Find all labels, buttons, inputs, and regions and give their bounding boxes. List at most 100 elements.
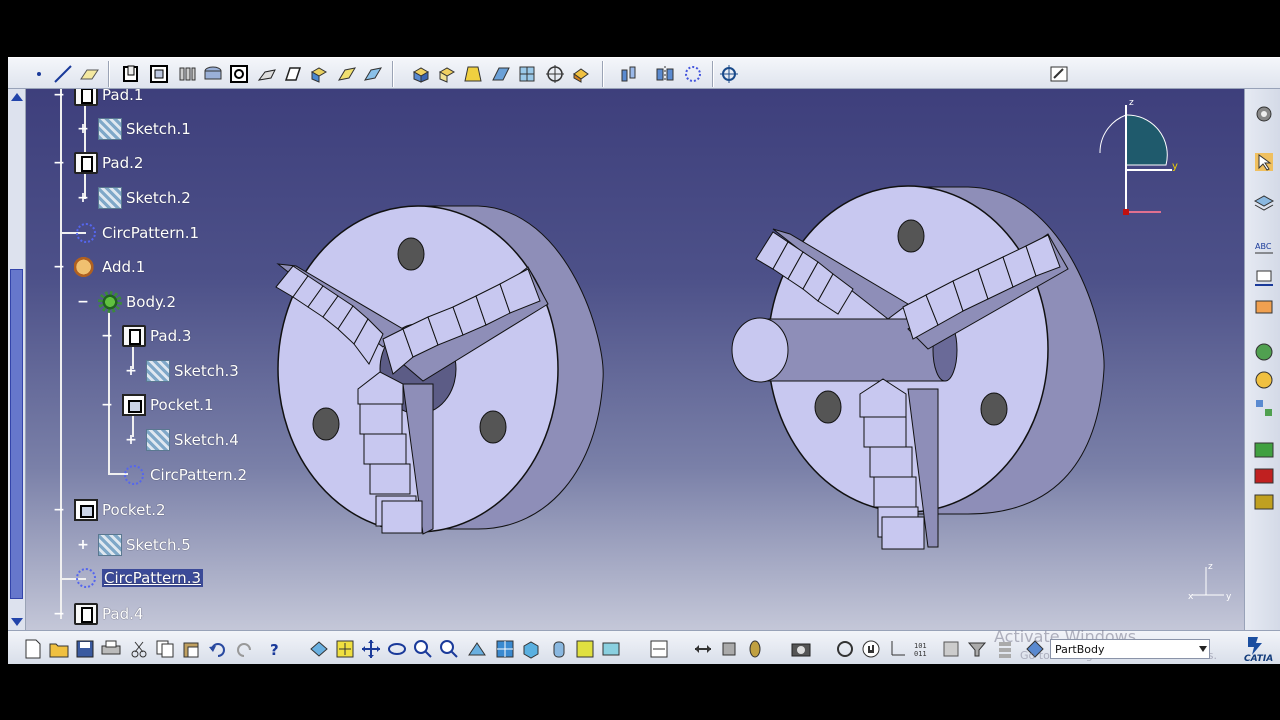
rule-icon[interactable] — [1253, 491, 1275, 513]
sketcher-icon[interactable] — [1048, 63, 1070, 85]
hand-icon[interactable] — [860, 638, 882, 660]
collapse-icon[interactable]: − — [52, 155, 66, 171]
tree-node-circpattern-2[interactable]: CircPattern.2 — [122, 463, 247, 487]
capture-icon[interactable] — [790, 638, 812, 660]
fly-mode-icon[interactable] — [308, 638, 330, 660]
multi-section-solid-icon[interactable] — [308, 63, 330, 85]
gear-icon[interactable] — [1253, 103, 1275, 125]
fillet-icon[interactable] — [362, 63, 384, 85]
tree-node-sketch-3[interactable]: + Sketch.3 — [124, 359, 239, 383]
tree-node-circpattern-3[interactable]: CircPattern.3 — [74, 566, 204, 590]
pocket-icon[interactable] — [148, 63, 170, 85]
tree-node-pad-3[interactable]: − Pad.3 — [100, 324, 191, 348]
apply-material-icon[interactable] — [1253, 341, 1275, 363]
annotation-icon[interactable]: ABC — [1253, 237, 1275, 259]
point-icon[interactable] — [28, 63, 50, 85]
fit-all-in-icon[interactable] — [334, 638, 356, 660]
tree-node-pad-1[interactable]: − Pad.1 — [52, 89, 143, 107]
mirror-icon[interactable] — [654, 63, 676, 85]
edge-fillet-icon[interactable] — [410, 63, 432, 85]
tree-node-sketch-1[interactable]: + Sketch.1 — [76, 117, 191, 141]
rotate-icon[interactable] — [386, 638, 408, 660]
removed-multi-section-icon[interactable] — [336, 63, 358, 85]
collapse-icon[interactable]: − — [52, 606, 66, 622]
rib-icon[interactable] — [256, 63, 278, 85]
tree-node-pocket-2[interactable]: − Pocket.2 — [52, 498, 166, 522]
expand-icon[interactable]: + — [124, 363, 138, 379]
chamfer-icon[interactable] — [436, 63, 458, 85]
plane-icon[interactable] — [78, 63, 100, 85]
tree-node-pad-4[interactable]: − Pad.4 — [52, 602, 143, 626]
hole-icon[interactable] — [228, 63, 250, 85]
chuck-right[interactable] — [731, 185, 1105, 550]
measure-item-icon[interactable] — [648, 638, 670, 660]
grid-icon[interactable]: 101 011 — [912, 638, 934, 660]
tree-node-body-2[interactable]: − Body.2 — [76, 290, 176, 314]
save-icon[interactable] — [74, 638, 96, 660]
swap-visible-icon[interactable] — [600, 638, 622, 660]
help-icon[interactable]: ? — [264, 638, 286, 660]
multi-view-icon[interactable] — [494, 638, 516, 660]
shading-icon[interactable] — [548, 638, 570, 660]
slot-icon[interactable] — [282, 63, 304, 85]
current-body-select[interactable]: PartBody — [1050, 639, 1210, 659]
pad-icon[interactable] — [120, 63, 142, 85]
shaft-icon[interactable] — [176, 63, 198, 85]
expand-icon[interactable]: + — [76, 537, 90, 553]
translation-icon[interactable] — [618, 63, 640, 85]
thread-icon[interactable] — [544, 63, 566, 85]
shell-icon[interactable] — [490, 63, 512, 85]
constraints-filter-icon[interactable] — [966, 638, 988, 660]
knowledge-icon[interactable] — [1253, 465, 1275, 487]
collapse-icon[interactable]: − — [52, 89, 66, 103]
constraint-icon[interactable] — [1253, 267, 1275, 289]
copy-icon[interactable] — [154, 638, 176, 660]
collapse-icon[interactable]: − — [100, 328, 114, 344]
draft-icon[interactable] — [462, 63, 484, 85]
layers-icon[interactable] — [1253, 193, 1275, 215]
link-icon[interactable] — [834, 638, 856, 660]
tree-node-sketch-4[interactable]: + Sketch.4 — [124, 428, 239, 452]
thickness-icon[interactable] — [516, 63, 538, 85]
expand-icon[interactable]: + — [76, 190, 90, 206]
material-icon[interactable] — [744, 638, 766, 660]
select-arrow-icon[interactable] — [1253, 151, 1275, 173]
tree-node-add-1[interactable]: − Add.1 — [52, 255, 145, 279]
dimension-icon[interactable] — [1253, 295, 1275, 317]
normal-view-icon[interactable] — [466, 638, 488, 660]
hide-show-icon[interactable] — [574, 638, 596, 660]
measure-icon[interactable] — [718, 63, 740, 85]
pan-icon[interactable] — [360, 638, 382, 660]
axis-system-icon[interactable] — [886, 638, 908, 660]
expand-icon[interactable]: + — [76, 121, 90, 137]
paste-icon[interactable] — [180, 638, 202, 660]
tree-node-pad-2[interactable]: − Pad.2 — [52, 151, 143, 175]
zoom-in-icon[interactable] — [412, 638, 434, 660]
tree-node-sketch-2[interactable]: + Sketch.2 — [76, 186, 191, 210]
circular-pattern-icon[interactable] — [682, 63, 704, 85]
line-icon[interactable] — [52, 63, 74, 85]
compass[interactable]: z y — [1096, 95, 1186, 225]
analysis-icon[interactable] — [1253, 397, 1275, 419]
open-folder-icon[interactable] — [48, 638, 70, 660]
zoom-out-icon[interactable] — [438, 638, 460, 660]
redo-icon[interactable] — [234, 638, 256, 660]
cut-icon[interactable] — [128, 638, 150, 660]
new-file-icon[interactable] — [22, 638, 44, 660]
undo-icon[interactable] — [206, 638, 228, 660]
tree-node-pocket-1[interactable]: − Pocket.1 — [100, 393, 214, 417]
iso-view-icon[interactable] — [520, 638, 542, 660]
measure-between-icon[interactable] — [692, 638, 714, 660]
collapse-icon[interactable]: − — [52, 502, 66, 518]
snap-icon[interactable] — [940, 638, 962, 660]
tree-node-sketch-5[interactable]: + Sketch.5 — [76, 533, 191, 557]
measure-inertia-icon[interactable] — [718, 638, 740, 660]
chuck-left[interactable] — [275, 205, 604, 535]
3d-viewport[interactable]: − Pad.1 + Sketch.1 − Pad.2 + Sketch.2 Ci… — [8, 89, 1244, 630]
catalog-icon[interactable] — [1253, 439, 1275, 461]
tree-node-circpattern-1[interactable]: CircPattern.1 — [74, 221, 199, 245]
collapse-icon[interactable]: − — [100, 397, 114, 413]
groove-icon[interactable] — [202, 63, 224, 85]
print-icon[interactable] — [100, 638, 122, 660]
publish-icon[interactable] — [1253, 369, 1275, 391]
